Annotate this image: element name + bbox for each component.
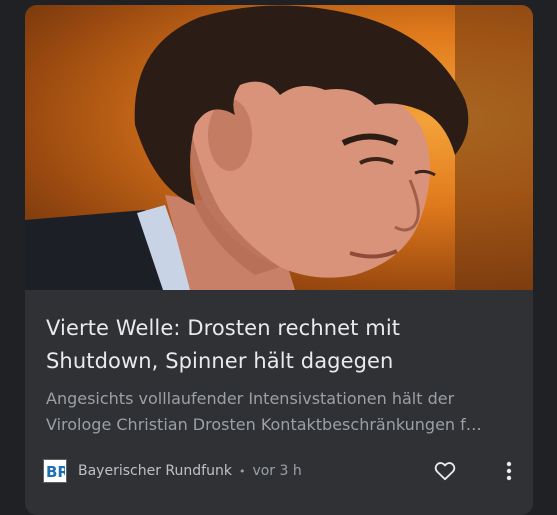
like-button[interactable] <box>431 457 459 485</box>
article-image[interactable] <box>25 5 533 290</box>
article-headline[interactable]: Vierte Welle: Drosten rechnet mit Shutdo… <box>46 312 516 378</box>
more-options-button[interactable] <box>495 457 523 485</box>
portrait-illustration <box>25 5 533 290</box>
heart-outline-icon <box>434 462 456 481</box>
more-vert-icon <box>506 461 512 481</box>
card-actions <box>431 457 523 485</box>
publish-time: vor 3 h <box>252 463 302 479</box>
snippet-line-1: Angesichts volllaufender Intensivstation… <box>46 389 455 408</box>
source-logo-icon[interactable]: BR <box>43 459 67 483</box>
snippet-line-2: Virologe Christian Drosten Kontaktbeschr… <box>46 415 482 434</box>
news-card[interactable]: Vierte Welle: Drosten rechnet mit Shutdo… <box>25 5 533 515</box>
br-logo-icon: BR <box>46 463 65 480</box>
meta-separator: • <box>238 464 246 478</box>
article-footer: BR Bayerischer Rundfunk • vor 3 h <box>43 457 523 485</box>
article-snippet: Angesichts volllaufender Intensivstation… <box>46 386 516 438</box>
svg-text:BR: BR <box>46 463 65 480</box>
source-name[interactable]: Bayerischer Rundfunk <box>78 463 232 479</box>
